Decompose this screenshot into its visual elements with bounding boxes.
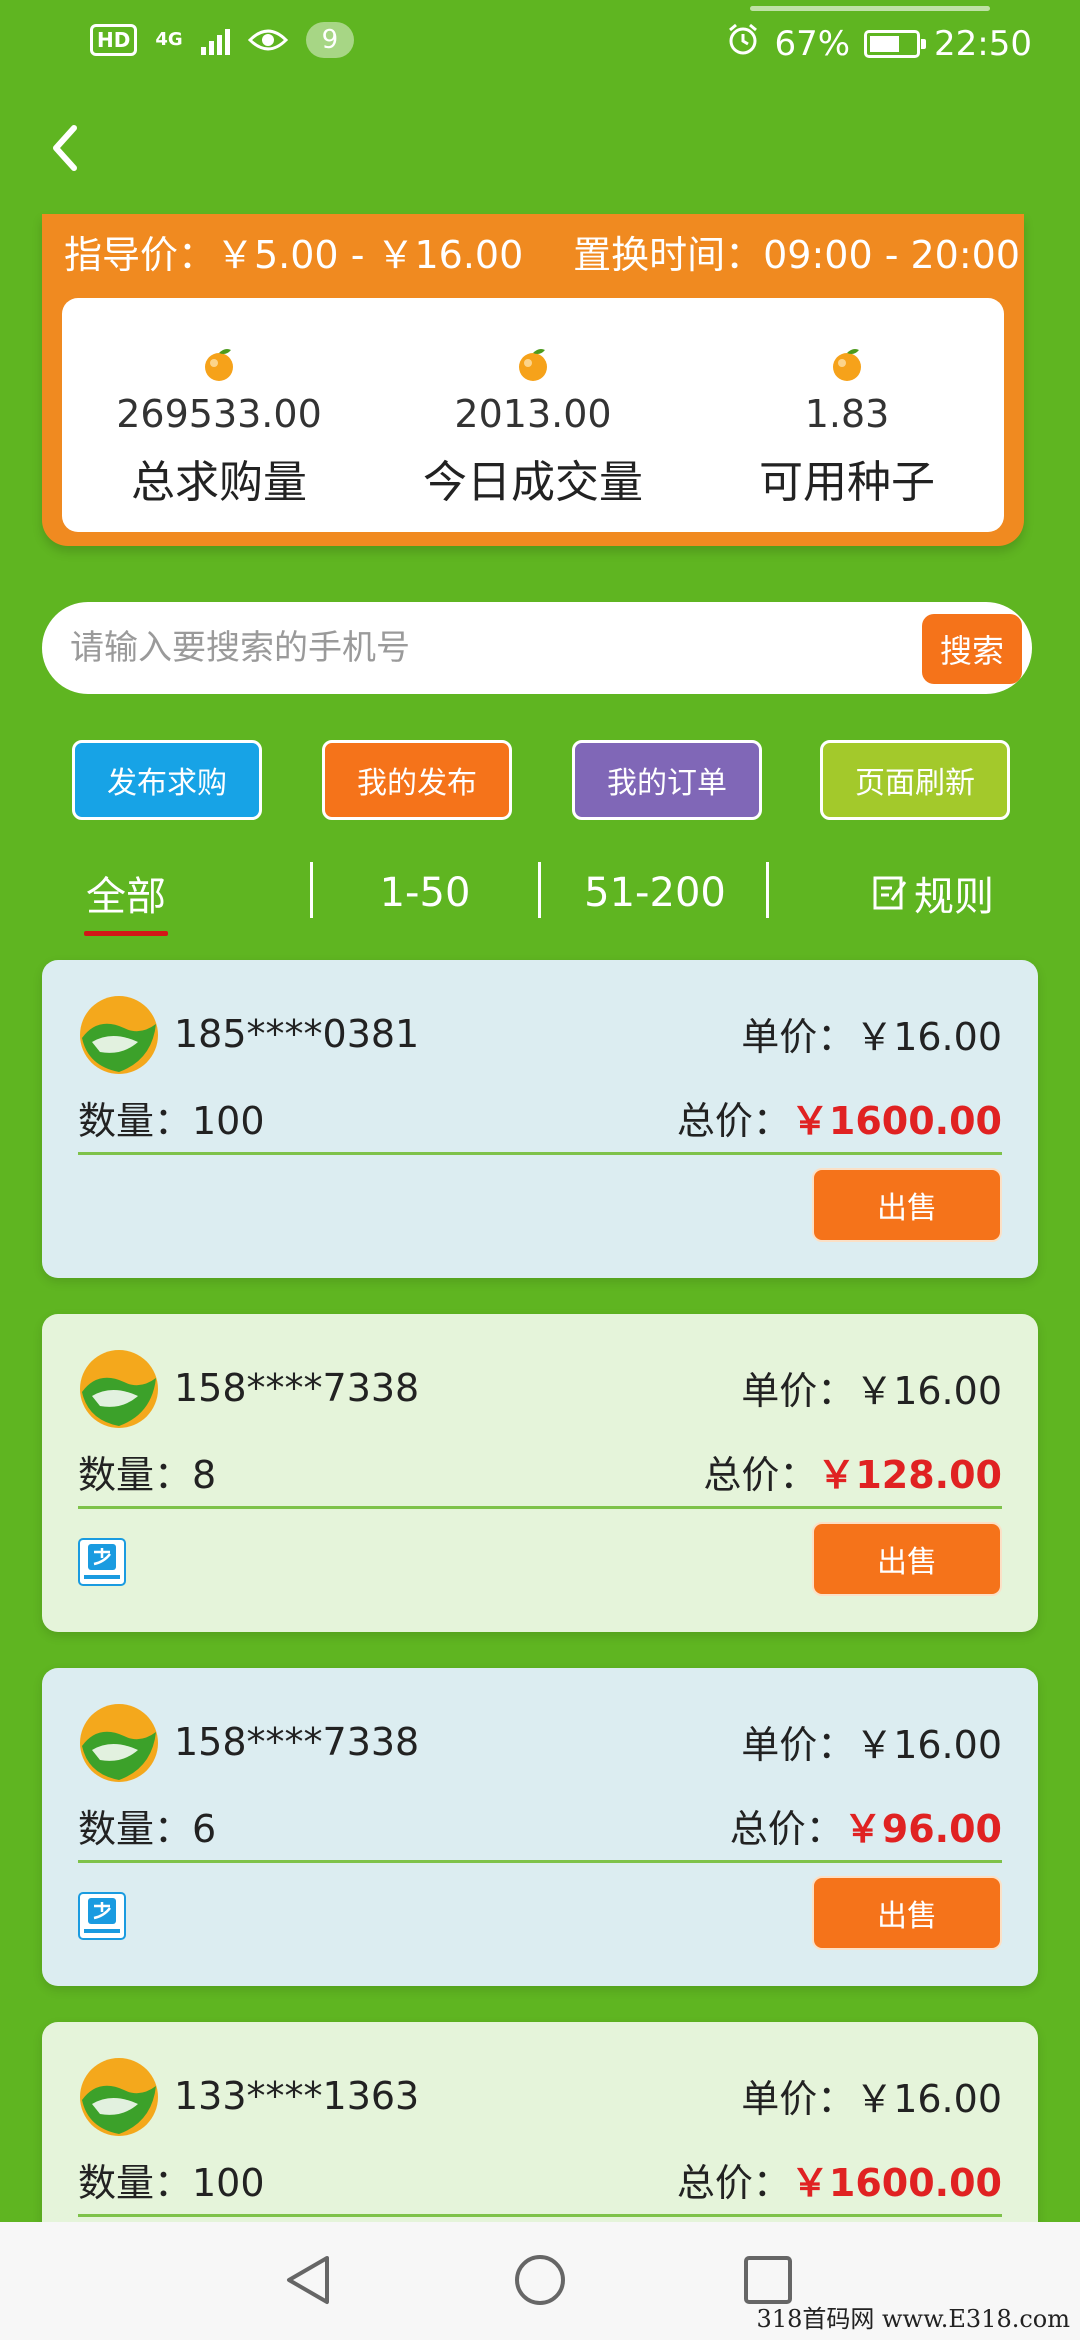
- my-publish-button[interactable]: 我的发布: [322, 740, 512, 820]
- brand-logo-avatar: [80, 1350, 158, 1428]
- status-bar: HD 4G 9 67% 22:50: [0, 0, 1080, 88]
- total-label: 总价：: [676, 1099, 791, 1143]
- tab-51-200[interactable]: 51-200: [570, 858, 740, 928]
- top-indicator-line: [750, 6, 990, 11]
- publish-request-button[interactable]: 发布求购: [72, 740, 262, 820]
- triangle-back-icon: [287, 2256, 329, 2304]
- sell-button[interactable]: 出售: [812, 1522, 1002, 1596]
- edit-note-icon: [873, 876, 907, 910]
- quantity: 数量：6: [78, 1807, 217, 1851]
- stat-value: 269533.00: [116, 392, 322, 436]
- orange-fruit-icon: [833, 349, 861, 381]
- price-panel: 指导价：￥5.00 - ￥16.00 置换时间：09:00 - 20:00 26…: [42, 214, 1024, 546]
- quantity: 数量：100: [78, 1099, 265, 1143]
- eye-icon: [247, 26, 288, 54]
- total-price: 总价：￥1600.00: [677, 1090, 1002, 1145]
- alipay-icon: [78, 1892, 126, 1940]
- orange-fruit-icon: [519, 349, 547, 381]
- tab-divider: [310, 862, 313, 918]
- notification-count-badge: 9: [305, 22, 355, 58]
- divider: [78, 1506, 1002, 1509]
- system-nav-bar: 318首码网 www.E318.com: [0, 2222, 1080, 2340]
- action-row: 发布求购 我的发布 我的订单 页面刷新: [72, 740, 1012, 820]
- tab-divider: [538, 862, 541, 918]
- total-label: 总价：: [729, 1807, 844, 1851]
- filter-tabs: 全部 1-50 51-200 规则: [0, 858, 1080, 938]
- divider: [78, 1152, 1002, 1155]
- total-value: ￥1600.00: [790, 2161, 1002, 2205]
- divider: [78, 1860, 1002, 1863]
- stat-label: 今日成交量: [423, 457, 643, 508]
- search-bar: 搜索: [42, 602, 1032, 694]
- tab-all[interactable]: 全部: [84, 858, 168, 936]
- listing-card: 158****7338 单价：￥16.00 数量：6 总价：￥96.00 出售: [42, 1668, 1038, 1986]
- quantity: 数量：100: [78, 2161, 265, 2205]
- stat-today-volume: 2013.00 今日成交量: [376, 298, 690, 532]
- unit-price: 单价：￥16.00: [741, 2077, 1002, 2121]
- my-orders-button[interactable]: 我的订单: [572, 740, 762, 820]
- brand-logo-avatar: [80, 996, 158, 1074]
- stat-total-demand: 269533.00 总求购量: [62, 298, 376, 532]
- seller-phone: 158****7338: [174, 1366, 420, 1410]
- stat-available-seeds: 1.83 可用种子: [690, 298, 1004, 532]
- total-label: 总价：: [676, 2161, 791, 2205]
- total-value: ￥128.00: [817, 1453, 1002, 1497]
- rules-link[interactable]: 规则: [872, 858, 994, 928]
- alipay-icon: [78, 1538, 126, 1586]
- stat-value: 2013.00: [454, 392, 612, 436]
- watermark: 318首码网 www.E318.com: [756, 2305, 1070, 2333]
- sell-button[interactable]: 出售: [812, 1168, 1002, 1242]
- unit-price: 单价：￥16.00: [741, 1369, 1002, 1413]
- seller-phone: 185****0381: [174, 1012, 420, 1056]
- listing-card: 158****7338 单价：￥16.00 数量：8 总价：￥128.00 出售: [42, 1314, 1038, 1632]
- total-value: ￥96.00: [843, 1807, 1002, 1851]
- circle-home-icon: [515, 2255, 565, 2305]
- stat-value: 1.83: [804, 392, 890, 436]
- total-price: 总价：￥96.00: [730, 1798, 1002, 1853]
- unit-price: 单价：￥16.00: [741, 1723, 1002, 1767]
- total-price: 总价：￥1600.00: [677, 2152, 1002, 2207]
- total-label: 总价：: [703, 1453, 818, 1497]
- search-input[interactable]: [70, 602, 920, 694]
- swap-time: 置换时间：09:00 - 20:00: [573, 233, 1020, 277]
- total-price: 总价：￥128.00: [703, 1444, 1002, 1499]
- signal-icon: [200, 25, 230, 55]
- battery-icon: [864, 29, 927, 58]
- clock-time: 22:50: [934, 23, 1032, 64]
- stat-label: 可用种子: [759, 457, 935, 508]
- alarm-icon: [726, 22, 760, 65]
- quantity: 数量：8: [78, 1453, 217, 1497]
- seller-phone: 158****7338: [174, 1720, 420, 1764]
- listing-card: 185****0381 单价：￥16.00 数量：100 总价：￥1600.00…: [42, 960, 1038, 1278]
- tab-divider: [766, 862, 769, 918]
- brand-logo-avatar: [80, 2058, 158, 2136]
- network-type: 4G: [155, 29, 183, 50]
- total-value: ￥1600.00: [790, 1099, 1002, 1143]
- guide-price: 指导价：￥5.00 - ￥16.00: [64, 233, 524, 277]
- nav-home-button[interactable]: [508, 2248, 572, 2312]
- sell-button[interactable]: 出售: [812, 1876, 1002, 1950]
- stat-label: 总求购量: [131, 457, 307, 508]
- search-button[interactable]: 搜索: [922, 614, 1022, 684]
- back-button[interactable]: [40, 118, 90, 178]
- unit-price: 单价：￥16.00: [741, 1015, 1002, 1059]
- divider: [78, 2214, 1002, 2217]
- orange-fruit-icon: [205, 349, 233, 381]
- hd-badge: HD: [90, 24, 138, 56]
- stats-card: 269533.00 总求购量 2013.00 今日成交量 1.83 可用种子: [62, 298, 1004, 532]
- tab-1-50[interactable]: 1-50: [350, 858, 500, 928]
- rules-label: 规则: [914, 874, 994, 920]
- seller-phone: 133****1363: [174, 2074, 420, 2118]
- chevron-left-icon: [53, 125, 77, 171]
- nav-back-button[interactable]: [276, 2248, 340, 2312]
- brand-logo-avatar: [80, 1704, 158, 1782]
- battery-percent: 67%: [774, 23, 851, 64]
- refresh-page-button[interactable]: 页面刷新: [820, 740, 1010, 820]
